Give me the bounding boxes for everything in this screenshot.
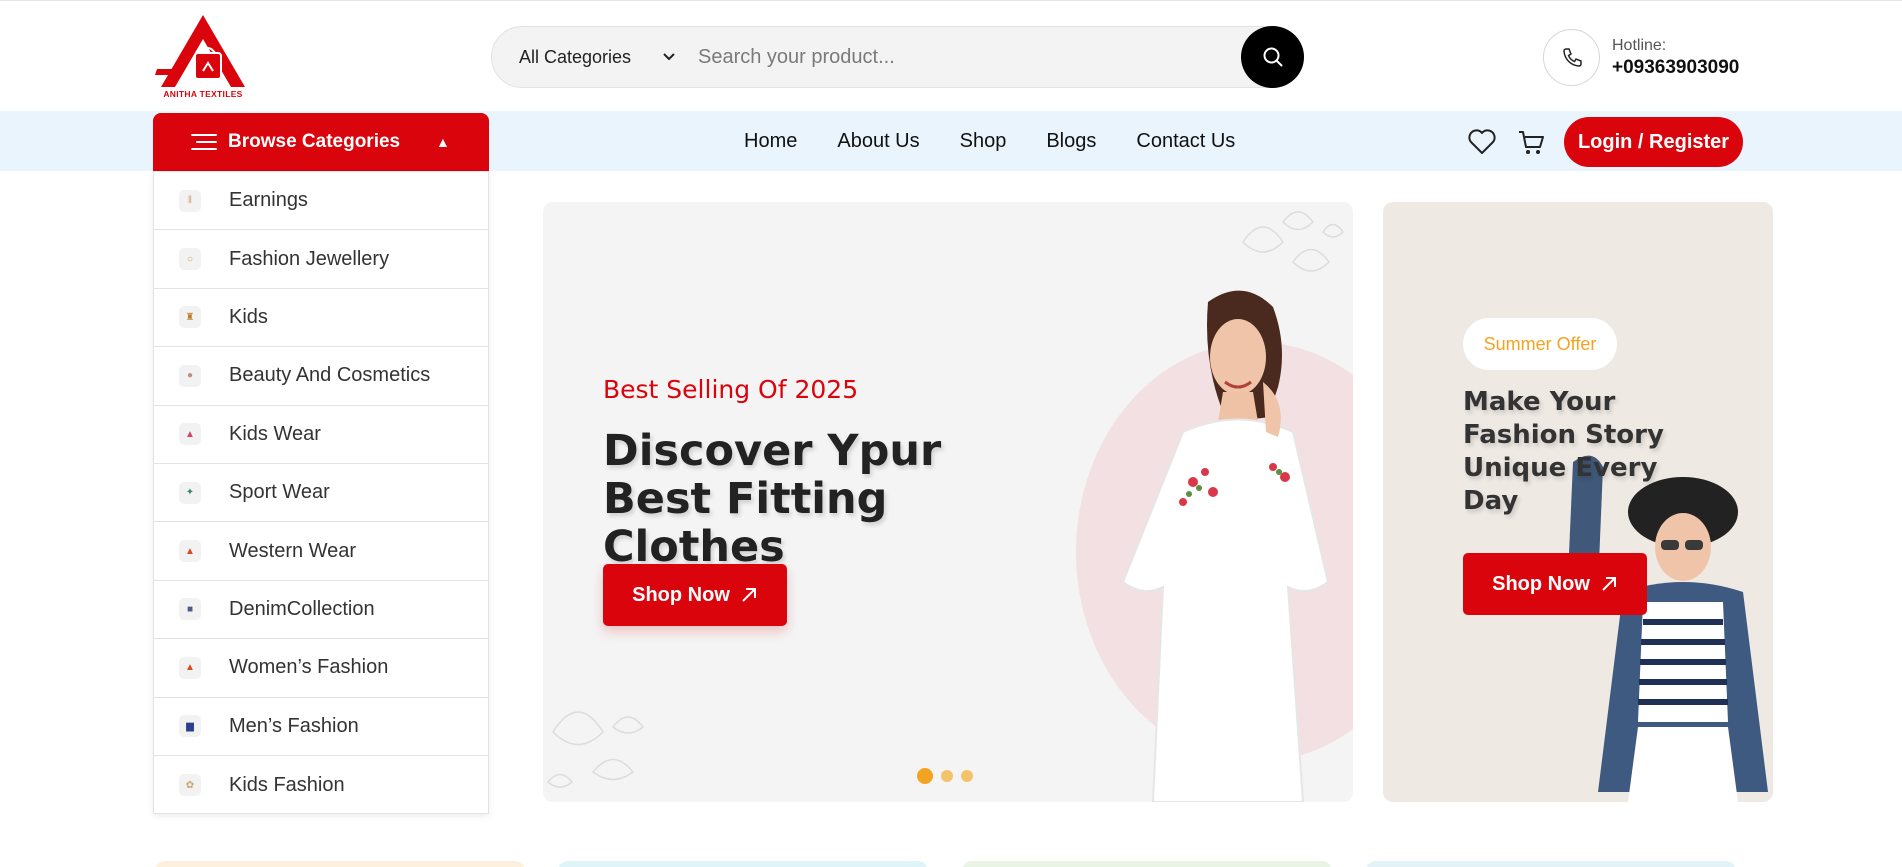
- nav-contact-us[interactable]: Contact Us: [1136, 111, 1235, 171]
- category-label: Kids Fashion: [229, 773, 345, 796]
- category-item-kids-wear[interactable]: ▲ Kids Wear: [154, 406, 488, 464]
- category-item-earnings[interactable]: ǁ Earnings: [154, 172, 488, 231]
- search-input[interactable]: [698, 37, 1218, 77]
- hotline-label: Hotline:: [1612, 37, 1667, 54]
- category-item-mens-fashion[interactable]: ▆ Men’s Fashion: [154, 698, 488, 756]
- promo-card-1: [155, 861, 525, 867]
- side-shop-now-button[interactable]: Shop Now: [1463, 553, 1647, 615]
- category-label: Kids Wear: [229, 422, 321, 445]
- sport-icon: ✦: [179, 481, 201, 504]
- logo-text: ANITHA TEXTILES: [163, 89, 243, 99]
- hero-shop-now-label: Shop Now: [632, 583, 730, 606]
- carousel-dot-3[interactable]: [961, 770, 973, 782]
- category-label: Sport Wear: [229, 481, 330, 504]
- category-item-kids-fashion[interactable]: ✿ Kids Fashion: [154, 756, 488, 814]
- leaf-decoration-icon: [546, 711, 645, 788]
- caret-up-icon: ▲: [436, 134, 450, 150]
- category-item-beauty-and-cosmetics[interactable]: ● Beauty And Cosmetics: [154, 347, 488, 406]
- browse-categories-label: Browse Categories: [228, 131, 401, 152]
- summer-offer-badge: Summer Offer: [1463, 318, 1617, 370]
- menu-icon: [191, 134, 217, 150]
- main-nav: Home About Us Shop Blogs Contact Us: [744, 111, 1275, 171]
- category-label: Men’s Fashion: [229, 714, 359, 737]
- category-label: Fashion Jewellery: [229, 247, 390, 270]
- model-woman-image: [1121, 290, 1330, 802]
- arrow-up-right-icon: [742, 588, 756, 602]
- nav-about-us[interactable]: About Us: [837, 111, 919, 171]
- category-label: DenimCollection: [229, 597, 375, 620]
- category-label: Western Wear: [229, 539, 357, 562]
- hero-subtitle: Best Selling Of 2025: [603, 375, 859, 404]
- women-icon: ▲: [179, 656, 201, 679]
- denim-icon: ■: [179, 598, 201, 621]
- carousel-dots: [917, 768, 973, 784]
- category-item-fashion-jewellery[interactable]: ○ Fashion Jewellery: [154, 230, 488, 289]
- hotline-number[interactable]: +09363903090: [1612, 57, 1739, 79]
- earrings-icon: ǁ: [179, 189, 201, 212]
- category-item-kids[interactable]: ♜ Kids: [154, 289, 488, 348]
- men-icon: ▆: [179, 715, 201, 738]
- category-item-denim-collection[interactable]: ■ DenimCollection: [154, 581, 488, 640]
- promo-card-2: [558, 861, 928, 867]
- login-register-button[interactable]: Login / Register: [1564, 117, 1743, 167]
- dress-icon: ▲: [179, 423, 201, 446]
- search-bar: All Categories: [491, 26, 1304, 88]
- kid-icon: ♜: [179, 306, 201, 329]
- kids-fashion-icon: ✿: [179, 774, 201, 797]
- category-label: Kids: [229, 305, 268, 328]
- nav-home[interactable]: Home: [744, 111, 797, 171]
- category-label: Beauty And Cosmetics: [229, 364, 431, 387]
- logo-mark-icon: [155, 15, 245, 87]
- side-shop-now-label: Shop Now: [1492, 572, 1590, 595]
- carousel-dot-1[interactable]: [917, 768, 933, 784]
- arrow-up-right-icon: [1602, 577, 1616, 591]
- category-select[interactable]: All Categories: [519, 27, 631, 87]
- search-icon: [1263, 47, 1282, 67]
- category-label: Earnings: [229, 189, 308, 212]
- heart-icon[interactable]: [1468, 129, 1496, 155]
- category-item-western-wear[interactable]: ▲ Western Wear: [154, 522, 488, 581]
- chevron-down-icon[interactable]: [660, 47, 678, 65]
- ring-icon: ○: [179, 248, 201, 271]
- carousel-dot-2[interactable]: [941, 770, 953, 782]
- promo-card-4: [1366, 861, 1736, 867]
- category-label: Women’s Fashion: [229, 656, 389, 679]
- cart-icon[interactable]: [1517, 129, 1545, 157]
- promo-card-3: [962, 861, 1332, 867]
- category-item-womens-fashion[interactable]: ▲ Women’s Fashion: [154, 639, 488, 698]
- hero-title: Discover Ypur Best Fitting Clothes: [603, 426, 942, 572]
- summer-offer-banner: Summer Offer Make Your Fashion Story Uni…: [1383, 202, 1773, 802]
- side-banner-title: Make Your Fashion Story Unique Every Day: [1463, 387, 1664, 516]
- hero-shop-now-button[interactable]: Shop Now: [603, 564, 787, 626]
- phone-icon[interactable]: [1543, 29, 1600, 86]
- category-item-sport-wear[interactable]: ✦ Sport Wear: [154, 464, 488, 523]
- category-list: ǁ Earnings ○ Fashion Jewellery ♜ Kids ● …: [153, 171, 489, 814]
- top-header: ANITHA TEXTILES All Categories Hotline: …: [0, 0, 1902, 111]
- hero-banner: Best Selling Of 2025 Discover Ypur Best …: [543, 202, 1353, 802]
- western-icon: ▲: [179, 540, 201, 563]
- nav-shop[interactable]: Shop: [960, 111, 1007, 171]
- logo[interactable]: ANITHA TEXTILES: [153, 13, 253, 99]
- nav-blogs[interactable]: Blogs: [1046, 111, 1096, 171]
- browse-categories-button[interactable]: Browse Categories ▲: [153, 113, 489, 171]
- cosmetics-icon: ●: [179, 364, 201, 387]
- search-button[interactable]: [1241, 26, 1304, 88]
